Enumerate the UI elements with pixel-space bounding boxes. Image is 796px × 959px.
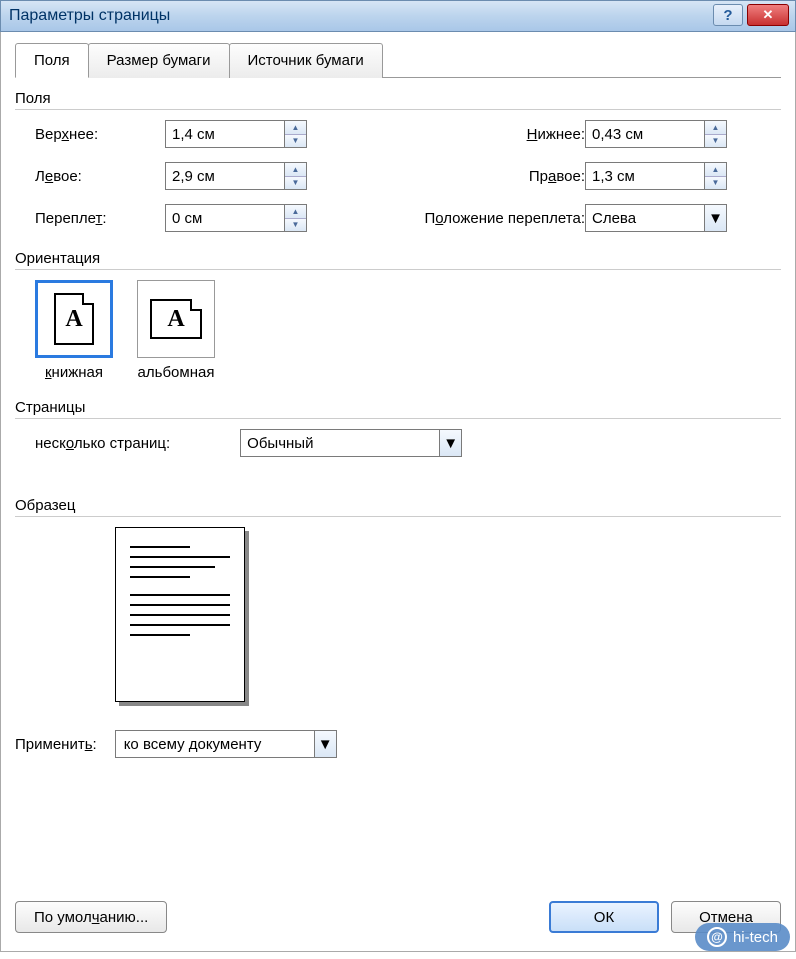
gutter-position-input[interactable] <box>585 204 705 232</box>
apply-select: ▼ <box>115 730 337 758</box>
margin-top-input[interactable] <box>165 120 285 148</box>
close-icon: ✕ <box>763 7 774 23</box>
help-button[interactable]: ? <box>713 4 743 26</box>
group-margins: Поля Верхнее: ▲ ▼ Нижнее: ▲ <box>15 90 781 232</box>
watermark: @ hi-tech <box>695 923 790 951</box>
margin-left-input[interactable] <box>165 162 285 190</box>
margin-top-spinner: ▲ ▼ <box>165 120 325 148</box>
gutter-down[interactable]: ▼ <box>285 219 306 232</box>
apply-dropdown[interactable]: ▼ <box>315 730 337 758</box>
margin-left-label: Левое: <box>35 168 165 185</box>
margin-right-input[interactable] <box>585 162 705 190</box>
orientation-portrait[interactable]: A книжная <box>35 280 113 381</box>
close-button[interactable]: ✕ <box>747 4 789 26</box>
tab-paper-size[interactable]: Размер бумаги <box>88 43 230 78</box>
group-orientation: Ориентация A книжная <box>15 250 781 381</box>
multiple-pages-label: несколько страниц: <box>35 435 170 452</box>
margin-left-up[interactable]: ▲ <box>285 163 306 177</box>
margin-top-down[interactable]: ▼ <box>285 135 306 148</box>
gutter-position-label: Положение переплета: <box>405 210 585 227</box>
multiple-pages-select: ▼ <box>240 429 462 457</box>
margin-left-down[interactable]: ▼ <box>285 177 306 190</box>
margin-bottom-down[interactable]: ▼ <box>705 135 726 148</box>
dialog-body: Поля Размер бумаги Источник бумаги Поля … <box>0 32 796 952</box>
group-orientation-title: Ориентация <box>15 250 781 270</box>
group-pages-title: Страницы <box>15 399 781 419</box>
margin-bottom-spinner: ▲ ▼ <box>585 120 745 148</box>
apply-input[interactable] <box>115 730 315 758</box>
group-preview-title: Образец <box>15 497 781 517</box>
group-pages: Страницы несколько страниц: ▼ <box>15 399 781 457</box>
apply-label: Применить: <box>15 736 97 753</box>
gutter-up[interactable]: ▲ <box>285 205 306 219</box>
landscape-label: альбомная <box>137 364 215 381</box>
margin-bottom-label: Нижнее: <box>405 126 585 143</box>
margin-bottom-up[interactable]: ▲ <box>705 121 726 135</box>
portrait-icon: A <box>54 293 94 345</box>
margin-left-spinner: ▲ ▼ <box>165 162 325 190</box>
preview-page <box>115 527 245 702</box>
ok-button[interactable]: ОК <box>549 901 659 933</box>
tab-strip: Поля Размер бумаги Источник бумаги <box>15 42 781 78</box>
landscape-icon: A <box>150 299 202 339</box>
margin-top-label: Верхнее: <box>35 126 165 143</box>
margin-right-down[interactable]: ▼ <box>705 177 726 190</box>
titlebar-buttons: ? ✕ <box>713 4 789 26</box>
gutter-label: Переплет: <box>35 210 165 227</box>
multiple-pages-dropdown[interactable]: ▼ <box>440 429 462 457</box>
gutter-input[interactable] <box>165 204 285 232</box>
portrait-label: книжная <box>35 364 113 381</box>
watermark-icon: @ <box>707 927 727 947</box>
gutter-position-dropdown[interactable]: ▼ <box>705 204 727 232</box>
group-preview: Образец <box>15 497 781 702</box>
gutter-position-select: ▼ <box>585 204 745 232</box>
title-bar: Параметры страницы ? ✕ <box>0 0 796 32</box>
margin-top-up[interactable]: ▲ <box>285 121 306 135</box>
dialog-title: Параметры страницы <box>9 7 170 25</box>
watermark-text: hi-tech <box>733 929 778 946</box>
tab-fields[interactable]: Поля <box>15 43 89 78</box>
orientation-landscape[interactable]: A альбомная <box>137 280 215 381</box>
margin-right-up[interactable]: ▲ <box>705 163 726 177</box>
tab-paper-source[interactable]: Источник бумаги <box>229 43 383 78</box>
button-row: По умолчанию... ОК Отмена <box>15 901 781 933</box>
margin-right-label: Правое: <box>405 168 585 185</box>
apply-row: Применить: ▼ <box>15 730 781 758</box>
margin-bottom-input[interactable] <box>585 120 705 148</box>
group-margins-title: Поля <box>15 90 781 110</box>
multiple-pages-input[interactable] <box>240 429 440 457</box>
margin-right-spinner: ▲ ▼ <box>585 162 745 190</box>
gutter-spinner: ▲ ▼ <box>165 204 325 232</box>
default-button[interactable]: По умолчанию... <box>15 901 167 933</box>
